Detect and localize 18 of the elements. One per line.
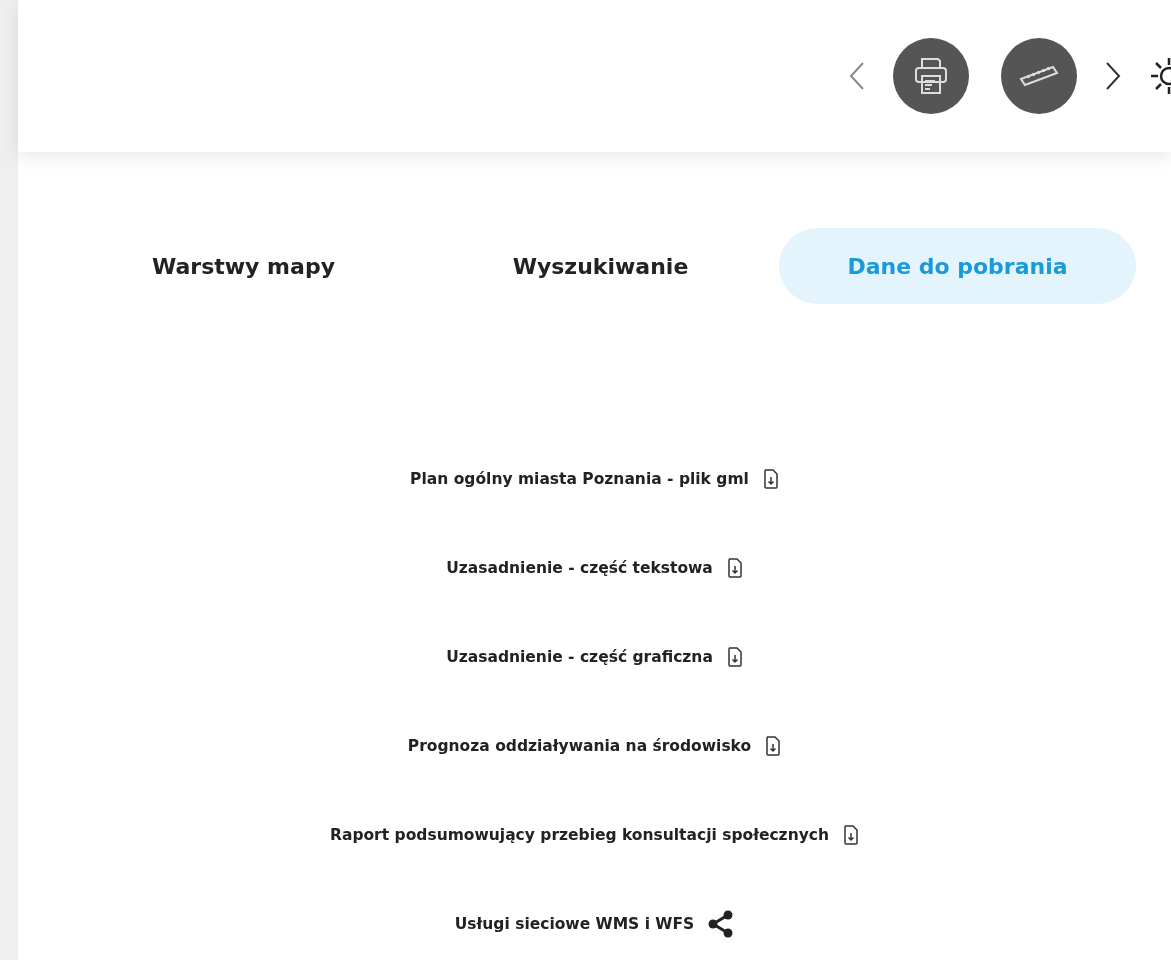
tab[interactable]: Warstwy mapy bbox=[65, 228, 422, 304]
tab[interactable]: Wyszukiwanie bbox=[422, 228, 779, 304]
share-icon[interactable] bbox=[708, 910, 735, 938]
download-link[interactable]: Usługi sieciowe WMS i WFS bbox=[454, 915, 695, 933]
file-download-icon[interactable] bbox=[726, 647, 743, 667]
ruler-icon bbox=[1019, 64, 1059, 88]
chevron-right-icon bbox=[1105, 61, 1121, 91]
file-download-icon[interactable] bbox=[843, 825, 859, 845]
chevron-left-icon bbox=[849, 61, 865, 91]
download-link[interactable]: Uzasadnienie - część graficzna bbox=[446, 648, 713, 666]
download-link[interactable]: Plan ogólny miasta Poznania - plik gml bbox=[410, 470, 749, 488]
file-download-icon[interactable] bbox=[762, 469, 779, 489]
download-link[interactable]: Prognoza oddziaływania na środowisko bbox=[407, 737, 752, 755]
file-download-icon[interactable] bbox=[765, 736, 782, 756]
download-link[interactable]: Raport podsumowujący przebieg konsultacji społecznych bbox=[330, 826, 829, 844]
download-link[interactable]: Uzasadnienie - część tekstowa bbox=[446, 559, 713, 577]
printer-icon bbox=[913, 56, 949, 96]
file-download-icon[interactable] bbox=[726, 558, 743, 578]
